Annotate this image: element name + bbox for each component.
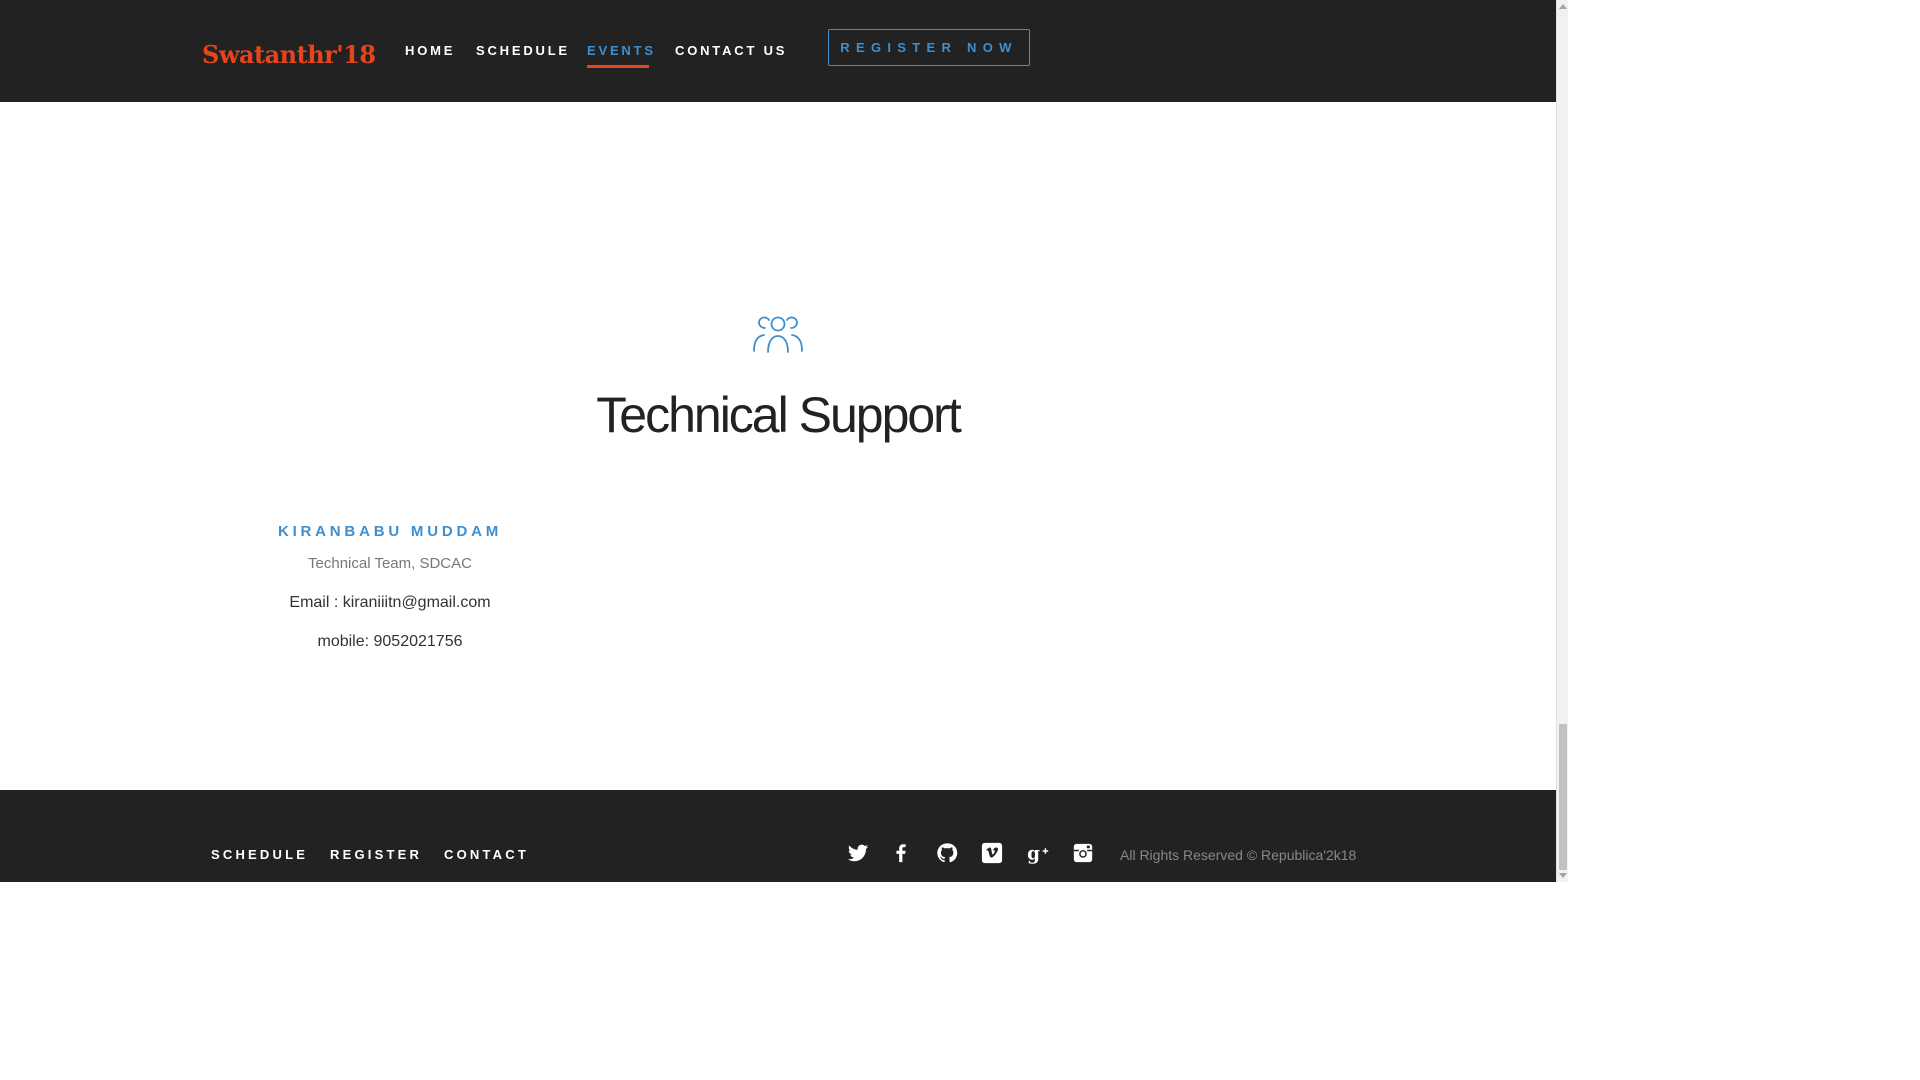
team-icon — [751, 314, 805, 359]
top-navbar: Swatanthr'18 HOME SCHEDULE EVENTS CONTAC… — [0, 0, 1556, 102]
site-logo[interactable]: Swatanthr'18 — [202, 40, 376, 69]
member-email: Email : kiraniiitn@gmail.com — [289, 594, 491, 611]
google-plus-icon[interactable]: g — [1027, 842, 1049, 864]
copyright-text: All Rights Reserved © Republica'2k18 — [1120, 847, 1357, 863]
active-nav-indicator — [587, 65, 649, 68]
vimeo-icon[interactable] — [981, 842, 1003, 864]
register-now-button[interactable]: REGISTER NOW — [828, 29, 1030, 66]
footer-link-register[interactable]: REGISTER — [330, 847, 422, 862]
footer: SCHEDULE REGISTER CONTACT g All Rights R… — [0, 790, 1556, 882]
footer-link-schedule[interactable]: SCHEDULE — [211, 847, 308, 862]
scroll-down-arrow-icon[interactable] — [1559, 873, 1567, 878]
scrollbar-thumb[interactable] — [1559, 724, 1567, 870]
section-title: Technical Support — [596, 387, 961, 443]
footer-link-contact[interactable]: CONTACT — [444, 847, 529, 862]
member-name: KIRANBABU MUDDAM — [277, 523, 503, 540]
nav-contact-us[interactable]: CONTACT US — [675, 43, 787, 58]
page: Swatanthr'18 HOME SCHEDULE EVENTS CONTAC… — [0, 0, 1568, 882]
instagram-icon[interactable] — [1072, 842, 1094, 864]
nav-home[interactable]: HOME — [405, 43, 455, 58]
vertical-scrollbar[interactable] — [1556, 0, 1568, 882]
scroll-up-arrow-icon[interactable] — [1559, 4, 1567, 9]
github-icon[interactable] — [936, 842, 958, 864]
member-role: Technical Team, SDCAC — [308, 555, 472, 572]
nav-schedule[interactable]: SCHEDULE — [476, 43, 570, 58]
facebook-icon[interactable] — [890, 842, 912, 864]
twitter-icon[interactable] — [847, 842, 869, 864]
member-mobile: mobile: 9052021756 — [317, 633, 463, 650]
nav-events[interactable]: EVENTS — [587, 43, 656, 58]
svg-text:g: g — [1027, 843, 1040, 864]
